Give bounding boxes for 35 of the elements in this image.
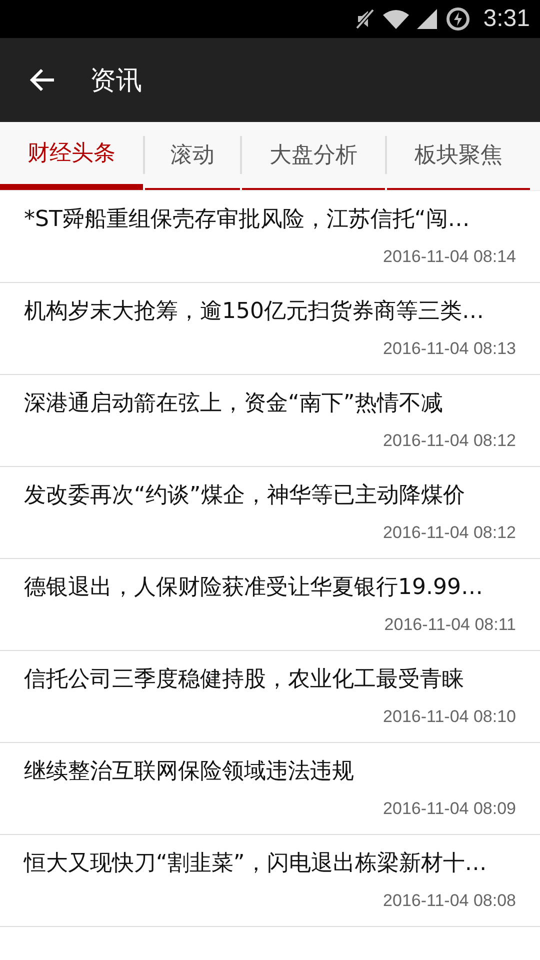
news-time: 2016-11-04 08:08 [383,891,516,910]
page-title: 资讯 [90,64,142,98]
battery-saver-icon [445,6,472,32]
news-headline: 恒大又现快刀“割韭菜”，闪电退出栋梁新材十… [24,850,488,878]
news-time: 2016-11-04 08:13 [383,339,516,358]
news-item[interactable]: 恒大又现快刀“割韭菜”，闪电退出栋梁新材十… 2016-11-04 08:08 [0,835,540,927]
news-item[interactable]: 机构岁末大抢筹，逾150亿元扫货券商等三类… 2016-11-04 08:13 [0,283,540,375]
news-item[interactable]: 深港通启动箭在弦上，资金“南下”热情不减 2016-11-04 08:12 [0,375,540,467]
news-time: 2016-11-04 08:09 [383,799,516,818]
wifi-icon [383,9,410,29]
news-time: 2016-11-04 08:11 [384,615,516,634]
news-time: 2016-11-04 08:14 [383,247,516,266]
news-headline: 继续整治互联网保险领域违法违规 [24,758,355,786]
tab[interactable]: 滚动 [145,122,240,190]
news-headline: *ST舜船重组保壳存审批风险，江苏信托“闯… [24,206,471,234]
news-time: 2016-11-04 08:12 [383,523,516,542]
news-headline: 信托公司三季度稳健持股，农业化工最受青睐 [24,666,465,694]
tab[interactable]: 板块聚焦 [387,122,530,190]
news-headline: 机构岁末大抢筹，逾150亿元扫货券商等三类… [24,298,485,326]
tab[interactable]: 财经头条 [0,122,143,190]
back-icon[interactable] [29,68,55,92]
news-item[interactable]: 继续整治互联网保险领域违法违规 2016-11-04 08:09 [0,743,540,835]
news-time: 2016-11-04 08:12 [383,431,516,450]
news-time: 2016-11-04 08:10 [383,707,516,726]
signal-icon [417,9,438,29]
news-item[interactable]: *ST舜船重组保壳存审批风险，江苏信托“闯… 2016-11-04 08:14 [0,191,540,283]
news-headline: 德银退出，人保财险获准受让华夏银行19.99… [24,574,484,602]
news-headline: 发改委再次“约谈”煤企，神华等已主动降煤价 [24,482,466,510]
news-item[interactable]: 发改委再次“约谈”煤企，神华等已主动降煤价 2016-11-04 08:12 [0,467,540,559]
clock-time: 3:31 [483,5,530,33]
news-headline: 深港通启动箭在弦上，资金“南下”热情不减 [24,390,444,418]
mute-icon [355,8,376,30]
tab[interactable]: 大盘分析 [242,122,385,190]
news-item[interactable]: 德银退出，人保财险获准受让华夏银行19.99… 2016-11-04 08:11 [0,559,540,651]
news-item[interactable]: 信托公司三季度稳健持股，农业化工最受青睐 2016-11-04 08:10 [0,651,540,743]
